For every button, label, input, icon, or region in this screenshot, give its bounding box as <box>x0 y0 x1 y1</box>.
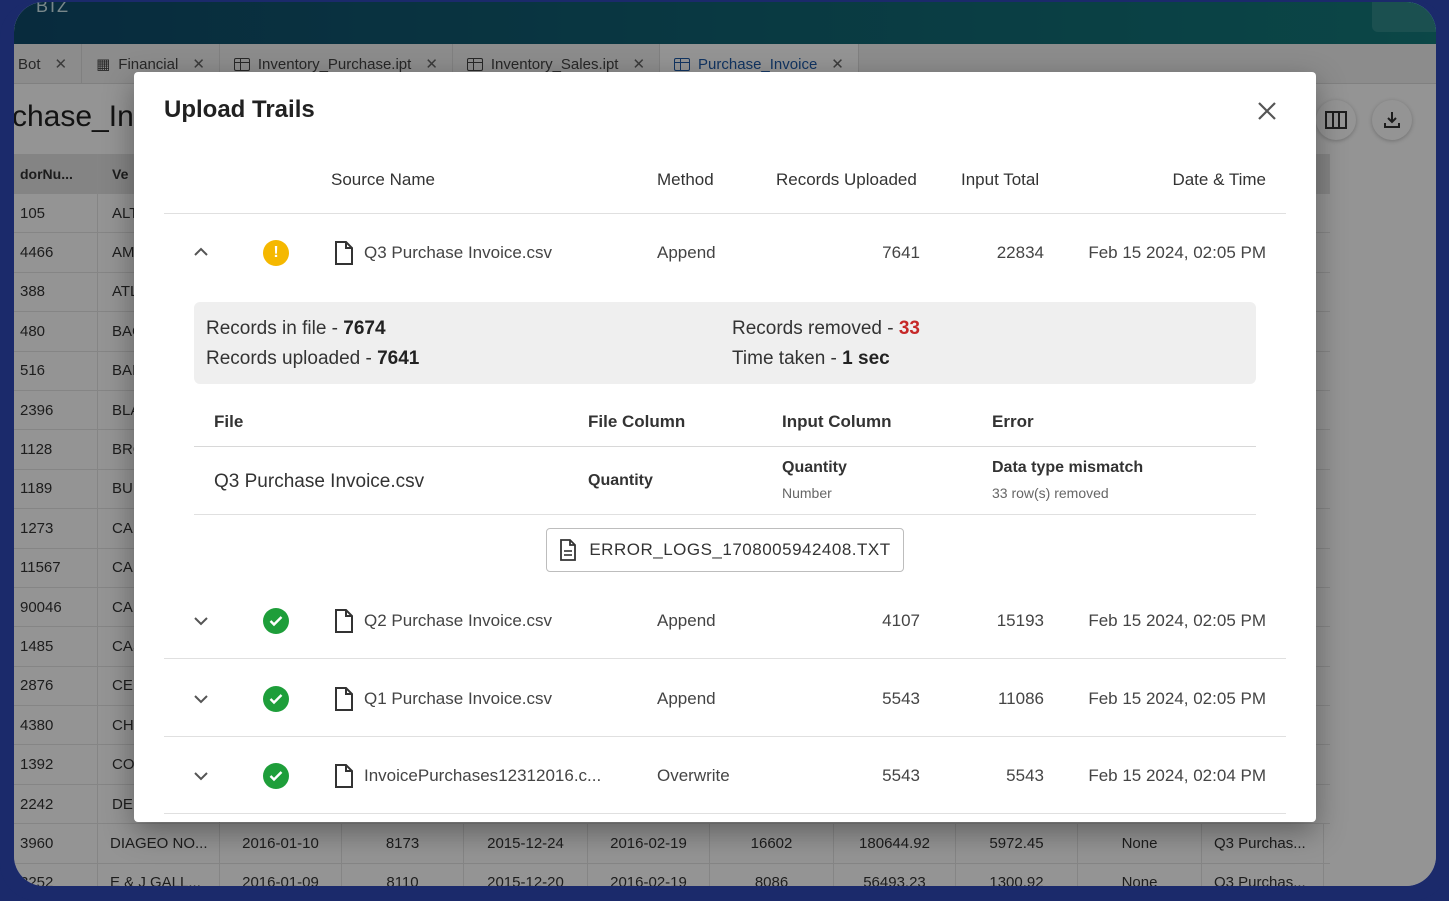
upload-datetime: Feb 15 2024, 02:04 PM <box>1088 765 1266 785</box>
error-log-filename: ERROR_LOGS_1708005942408.TXT <box>589 540 891 559</box>
chevron-down-icon[interactable] <box>186 606 216 636</box>
file-icon <box>334 608 354 633</box>
upload-method: Append <box>657 242 716 262</box>
records-uploaded-value: 5543 <box>882 688 920 708</box>
device-frame: BIZ Bot ✕ ▦ Financial ✕ Inventory_Purcha… <box>0 0 1449 901</box>
records-uploaded: Records uploaded - 7641 <box>206 348 420 369</box>
time-taken: Time taken - 1 sec <box>732 348 890 369</box>
upload-row[interactable]: Q1 Purchase Invoice.csv Append 5543 11086 Fe… <box>164 660 1286 737</box>
source-name: InvoicePurchases12312016.c... <box>334 737 601 814</box>
err-col-file: File <box>214 412 244 431</box>
success-check-icon <box>263 607 289 634</box>
err-col-file-column: File Column <box>588 412 686 431</box>
source-name: Q3 Purchase Invoice.csv <box>334 214 552 291</box>
upload-datetime: Feb 15 2024, 02:05 PM <box>1088 688 1266 708</box>
records-removed: Records removed - 33 <box>732 318 920 339</box>
close-button[interactable] <box>1252 96 1282 126</box>
col-input-total: Input Total <box>961 170 1040 189</box>
upload-summary: Records in file - 7674 Records uploaded … <box>194 302 1256 384</box>
chevron-up-icon[interactable] <box>186 238 216 268</box>
col-source-name: Source Name <box>331 170 435 189</box>
error-description: Data type mismatch 33 row(s) removed <box>992 459 1144 501</box>
dialog-title: Upload Trails <box>164 96 315 123</box>
upload-row[interactable]: Q2 Purchase Invoice.csv Append 4107 15193 Fe… <box>164 582 1286 659</box>
success-check-icon <box>263 762 289 789</box>
upload-row[interactable]: ! Q3 Purchase Invoice.csv Append 7641 22834 F… <box>164 214 1286 291</box>
col-method: Method <box>657 170 714 189</box>
error-input-column: Quantity Number <box>782 459 847 501</box>
file-icon <box>334 763 354 788</box>
warning-icon: ! <box>263 239 289 266</box>
chevron-down-icon[interactable] <box>186 761 216 791</box>
err-col-error: Error <box>992 412 1034 431</box>
records-uploaded-value: 7641 <box>882 242 920 262</box>
close-icon <box>1258 102 1276 120</box>
records-uploaded-value: 4107 <box>882 610 920 630</box>
success-check-icon <box>263 685 289 712</box>
upload-row[interactable]: InvoicePurchases12312016.c... Overwrite 55… <box>164 737 1286 814</box>
records-uploaded-value: 5543 <box>882 765 920 785</box>
upload-method: Overwrite <box>657 765 730 785</box>
file-icon <box>334 686 354 711</box>
uploads-table-header: Source Name Method Records Uploaded Inpu… <box>164 158 1286 214</box>
upload-method: Append <box>657 688 716 708</box>
upload-datetime: Feb 15 2024, 02:05 PM <box>1088 610 1266 630</box>
col-records-uploaded: Records Uploaded <box>776 170 917 189</box>
error-row: Q3 Purchase Invoice.csv Quantity Quantit… <box>194 447 1256 515</box>
upload-trails-dialog: Upload Trails Source Name Method Records… <box>134 72 1316 822</box>
upload-datetime: Feb 15 2024, 02:05 PM <box>1088 242 1266 262</box>
source-name: Q2 Purchase Invoice.csv <box>334 582 552 659</box>
screen: BIZ Bot ✕ ▦ Financial ✕ Inventory_Purcha… <box>14 2 1436 886</box>
input-total-value: 22834 <box>996 242 1044 262</box>
error-log-download-button[interactable]: ERROR_LOGS_1708005942408.TXT <box>546 528 904 572</box>
error-table-header: File File Column Input Column Error <box>194 392 1256 447</box>
err-col-input-column: Input Column <box>782 412 892 431</box>
text-file-icon <box>560 539 577 561</box>
source-name: Q1 Purchase Invoice.csv <box>334 660 552 737</box>
col-date-time: Date & Time <box>1172 170 1266 189</box>
input-total-value: 15193 <box>996 610 1044 630</box>
chevron-down-icon[interactable] <box>186 684 216 714</box>
file-icon <box>334 240 354 265</box>
error-file: Q3 Purchase Invoice.csv <box>214 471 425 492</box>
records-in-file: Records in file - 7674 <box>206 318 386 339</box>
input-total-value: 5543 <box>1006 765 1044 785</box>
input-total-value: 11086 <box>997 688 1044 708</box>
upload-method: Append <box>657 610 716 630</box>
error-file-column: Quantity <box>588 472 653 489</box>
